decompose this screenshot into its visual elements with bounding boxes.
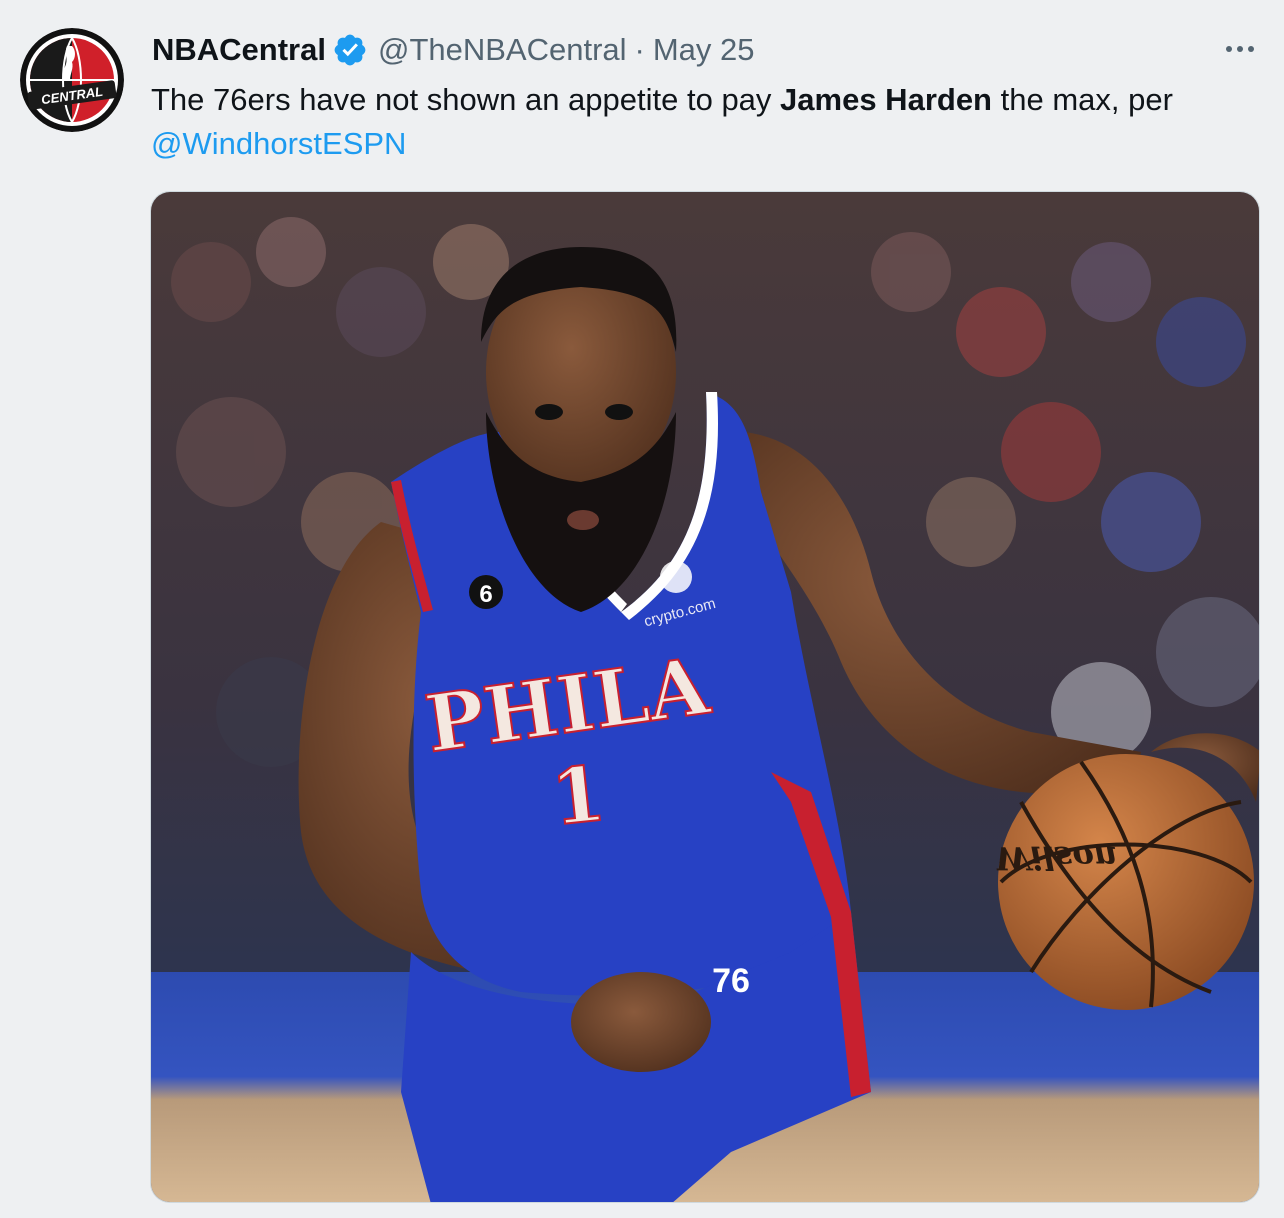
tweet-photo[interactable]: PHILA 1 6 crypto.com 76 Wilson bbox=[150, 191, 1260, 1203]
jersey-number: 1 bbox=[547, 749, 609, 843]
shorts-text: 76 bbox=[712, 962, 750, 1000]
tweet-text-part: The 76ers have not shown an appetite to … bbox=[151, 82, 781, 117]
tweet-date[interactable]: May 25 bbox=[653, 32, 755, 68]
tweet-text: The 76ers have not shown an appetite to … bbox=[151, 78, 1261, 166]
mention-link[interactable]: @WindhorstESPN bbox=[151, 126, 406, 161]
nba-central-logo-icon: CENTRAL bbox=[20, 28, 124, 132]
author-display-name[interactable]: NBACentral bbox=[152, 32, 326, 68]
author-avatar[interactable]: CENTRAL bbox=[20, 28, 124, 132]
ball-brand: Wilson bbox=[995, 839, 1117, 877]
verified-badge-icon bbox=[334, 34, 366, 66]
tweet-header: NBACentral @TheNBACentral · May 25 bbox=[152, 30, 755, 70]
tweet-text-bold-name: James Harden bbox=[780, 82, 992, 117]
header-separator: · bbox=[634, 32, 645, 67]
tweet-text-part: the max, per bbox=[992, 82, 1173, 117]
tweet-card[interactable]: CENTRAL NBACentral @TheNBACentral · May … bbox=[0, 0, 1284, 1218]
more-horizontal-icon[interactable] bbox=[1220, 34, 1260, 64]
patch-number: 6 bbox=[479, 581, 492, 608]
photo-basketball-player: PHILA 1 6 crypto.com 76 Wilson bbox=[151, 192, 1259, 1202]
author-handle[interactable]: @TheNBACentral bbox=[378, 32, 627, 68]
